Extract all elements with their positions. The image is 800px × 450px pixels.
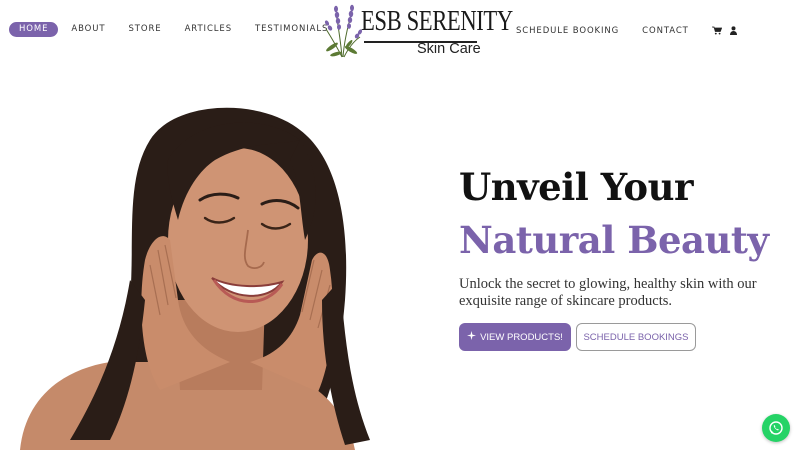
site-logo[interactable]: ESB SERENITY Skin Care — [322, 3, 513, 59]
user-icon[interactable] — [729, 22, 737, 40]
hero-title-line2: Natural Beauty — [459, 218, 769, 262]
nav-contact[interactable]: Contact — [642, 24, 689, 39]
hero-title-line1: Unveil Your — [459, 165, 693, 209]
nav-articles[interactable]: Articles — [185, 22, 232, 37]
whatsapp-icon — [769, 421, 783, 435]
schedule-bookings-button[interactable]: Schedule Bookings — [576, 323, 696, 351]
hero-description: Unlock the secret to glowing, healthy sk… — [459, 276, 757, 309]
schedule-bookings-label: Schedule Bookings — [583, 331, 689, 343]
nav-home[interactable]: Home — [9, 22, 59, 37]
sparkle-icon — [467, 331, 477, 343]
cart-icon[interactable] — [711, 22, 722, 40]
view-products-label: View Products! — [480, 331, 563, 343]
nav-about[interactable]: About — [71, 22, 105, 37]
logo-subtitle: Skin Care — [417, 41, 481, 57]
whatsapp-chat-button[interactable] — [762, 414, 790, 442]
hero-model-photo — [20, 107, 370, 450]
nav-testimonials[interactable]: Testimonials — [255, 22, 328, 37]
main-nav-left: Home About Store Articles Testimonials — [9, 22, 351, 37]
nav-store[interactable]: Store — [129, 22, 162, 37]
view-products-button[interactable]: View Products! — [459, 323, 571, 351]
main-nav-right: Schedule Booking Contact — [516, 22, 745, 40]
nav-schedule-booking[interactable]: Schedule Booking — [516, 24, 619, 39]
logo-title: ESB SERENITY — [361, 5, 513, 37]
